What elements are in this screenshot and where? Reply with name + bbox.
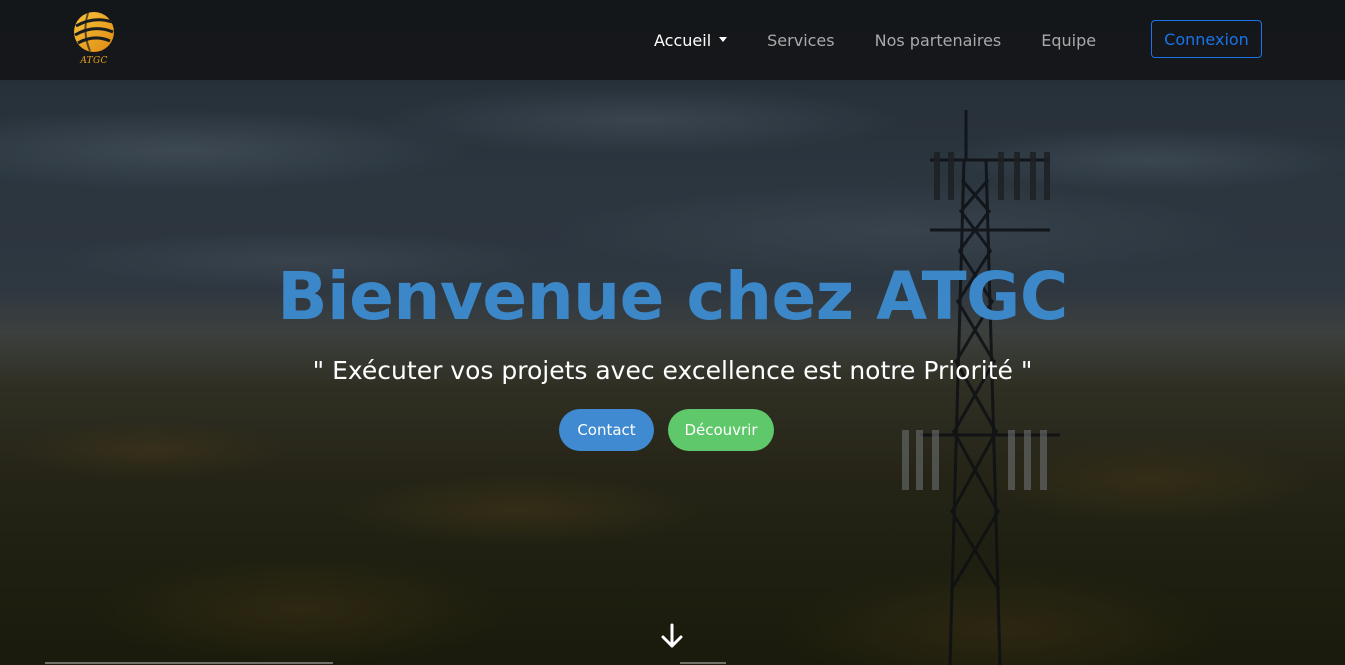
login-button[interactable]: Connexion <box>1151 20 1262 58</box>
nav-menu: Accueil Services Nos partenaires Equipe <box>654 0 1136 80</box>
caret-down-icon <box>719 36 728 42</box>
contact-button[interactable]: Contact <box>559 409 654 451</box>
nav-item-label: Accueil <box>654 30 712 50</box>
nav-item-partenaires[interactable]: Nos partenaires <box>875 31 1002 50</box>
nav-item-services[interactable]: Services <box>767 31 834 50</box>
brand-name: ATGC <box>80 56 108 66</box>
discover-button[interactable]: Découvrir <box>668 409 774 451</box>
arrow-down-icon[interactable] <box>660 622 684 650</box>
top-navbar: ATGC Accueil Services Nos partenaires Eq… <box>0 0 1345 80</box>
divider <box>680 662 726 664</box>
divider <box>45 662 333 664</box>
hero-title: Bienvenue chez ATGC <box>277 258 1068 335</box>
brand-logo[interactable]: ATGC <box>70 10 118 72</box>
hero-buttons: Contact Découvrir <box>559 409 774 451</box>
atgc-globe-logo-icon <box>74 12 114 52</box>
nav-item-equipe[interactable]: Equipe <box>1041 31 1096 50</box>
hero-subtitle: " Exécuter vos projets avec excellence e… <box>312 356 1033 385</box>
hero-section: ATGC Accueil Services Nos partenaires Eq… <box>0 0 1345 665</box>
nav-item-accueil[interactable]: Accueil <box>654 30 728 50</box>
